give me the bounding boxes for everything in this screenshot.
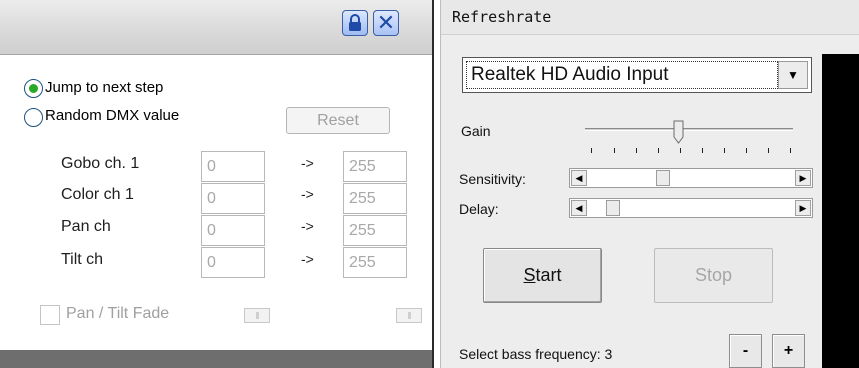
gain-slider-thumb[interactable] <box>673 120 684 144</box>
start-mnemonic: S <box>523 265 536 285</box>
arrow-right-icon: ▶ <box>799 202 807 213</box>
refreshrate-title: Refreshrate <box>452 8 552 26</box>
scroll-left-arrow[interactable]: ◀ <box>571 200 587 216</box>
delay-scrollbar[interactable]: ◀ ▶ <box>569 198 813 218</box>
chevron-down-icon: ▼ <box>787 68 799 82</box>
delay-label: Delay: <box>459 201 499 217</box>
gain-tick <box>591 148 592 153</box>
slider-thumb-icon <box>673 120 684 144</box>
channel-arrow: -> <box>301 186 314 202</box>
pan-tilt-fade-checkbox[interactable] <box>40 305 60 325</box>
gain-tick <box>790 148 791 153</box>
radio-label-random-dmx-value: Random DMX value <box>45 107 180 124</box>
channel-label-gobo: Gobo ch. 1 <box>61 155 140 172</box>
scroll-right-arrow[interactable]: ▶ <box>795 200 811 216</box>
tilt-to-field[interactable]: 255 <box>343 247 407 278</box>
gain-label: Gain <box>461 123 491 139</box>
pan-to-field[interactable]: 255 <box>343 215 407 246</box>
bass-minus-button[interactable]: - <box>729 334 762 368</box>
sensitivity-thumb[interactable] <box>656 170 670 186</box>
preview-pane <box>822 54 859 368</box>
close-button[interactable]: ✕ <box>373 10 399 36</box>
channel-label-pan: Pan ch <box>61 218 111 235</box>
radio-label-jump-to-next-step: Jump to next step <box>45 79 164 96</box>
bass-frequency-label: Select bass frequency: 3 <box>459 346 613 362</box>
audio-device-select[interactable]: Realtek HD Audio Input ▼ <box>462 57 812 93</box>
start-button[interactable]: Start <box>483 248 602 303</box>
dropdown-button[interactable]: ▼ <box>778 61 808 89</box>
gain-tick <box>746 148 747 153</box>
color-to-field[interactable]: 255 <box>343 183 407 214</box>
close-icon: ✕ <box>376 10 396 35</box>
delay-thumb[interactable] <box>606 200 620 216</box>
scroll-left-arrow[interactable]: ◀ <box>571 170 587 186</box>
tilt-from-field[interactable]: 0 <box>201 247 265 278</box>
gobo-to-field[interactable]: 255 <box>343 151 407 182</box>
channel-label-color: Color ch 1 <box>61 186 134 203</box>
sensitivity-scrollbar[interactable]: ◀ ▶ <box>569 168 813 188</box>
left-panel-bottom-bar <box>0 350 432 368</box>
arrow-left-icon: ◀ <box>575 202 583 213</box>
radio-random-dmx-value[interactable] <box>24 108 43 127</box>
channel-label-tilt: Tilt ch <box>61 251 104 268</box>
start-button-label: Start <box>523 265 561 286</box>
color-from-field[interactable]: 0 <box>201 183 265 214</box>
pan-from-field[interactable]: 0 <box>201 215 265 246</box>
gain-tick <box>724 148 725 153</box>
scroll-right-arrow[interactable]: ▶ <box>795 170 811 186</box>
channel-arrow: -> <box>301 155 314 171</box>
gain-tick <box>614 148 615 153</box>
minus-label: - <box>742 342 749 359</box>
gain-slider-track[interactable] <box>585 128 793 131</box>
bass-plus-button[interactable]: + <box>772 334 805 368</box>
arrow-right-icon: ▶ <box>799 172 807 183</box>
audio-device-value: Realtek HD Audio Input <box>466 61 778 89</box>
sensitivity-label: Sensitivity: <box>459 171 526 187</box>
pan-tilt-fade-label: Pan / Tilt Fade <box>66 305 170 322</box>
fade-left-button[interactable] <box>244 308 270 323</box>
lock-icon <box>349 14 361 31</box>
reset-button[interactable]: Reset <box>286 107 390 134</box>
channel-arrow: -> <box>301 218 314 234</box>
lock-button[interactable] <box>342 10 368 36</box>
gobo-from-field[interactable]: 0 <box>201 151 265 182</box>
gain-tick <box>680 148 681 153</box>
radio-jump-to-next-step[interactable] <box>24 79 43 98</box>
left-panel-titlebar: ✕ <box>0 0 432 55</box>
start-label-rest: tart <box>535 265 562 285</box>
gain-tick <box>702 148 703 153</box>
plus-label: + <box>783 342 794 359</box>
reset-button-label: Reset <box>317 111 359 129</box>
gain-tick <box>636 148 637 153</box>
panel-divider <box>432 0 441 368</box>
fade-right-button[interactable] <box>396 308 422 323</box>
stop-button-label: Stop <box>694 265 733 285</box>
channel-arrow: -> <box>301 251 314 267</box>
arrow-left-icon: ◀ <box>575 172 583 183</box>
stop-button[interactable]: Stop <box>654 248 773 303</box>
gain-tick <box>768 148 769 153</box>
gain-tick <box>658 148 659 153</box>
